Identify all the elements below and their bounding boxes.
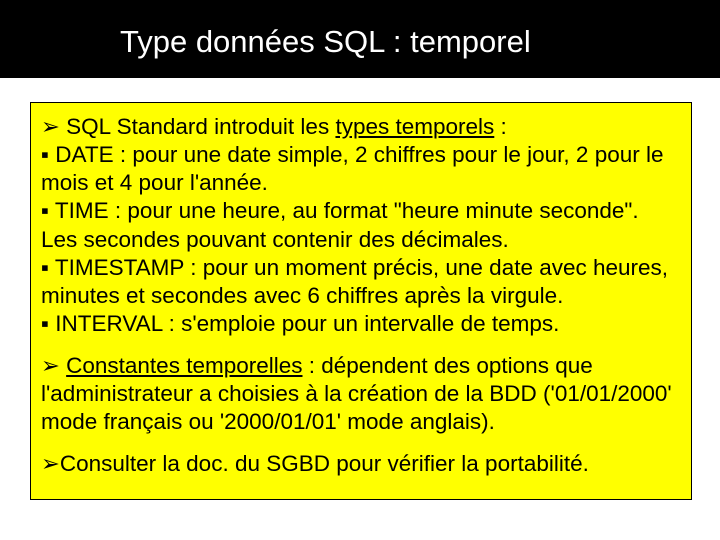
square-icon: ▪ — [41, 198, 49, 223]
slide-title: Type données SQL : temporel — [120, 24, 531, 60]
type-date: DATE : pour une date simple, 2 chiffres … — [41, 142, 664, 195]
content-box: ➢ SQL Standard introduit les types tempo… — [30, 102, 692, 500]
type-time: TIME : pour une heure, au format "heure … — [41, 198, 639, 251]
paragraph-doc: ➢Consulter la doc. du SGBD pour vérifier… — [41, 450, 681, 478]
paragraph-constants: ➢ Constantes temporelles : dépendent des… — [41, 352, 681, 436]
type-timestamp: TIMESTAMP : pour un moment précis, une d… — [41, 255, 668, 308]
square-icon: ▪ — [41, 142, 49, 167]
constants-term: Constantes temporelles — [66, 353, 302, 378]
intro-tail: : — [494, 114, 507, 139]
paragraph-types: ➢ SQL Standard introduit les types tempo… — [41, 113, 681, 338]
arrow-icon: ➢ — [41, 114, 60, 139]
arrow-icon: ➢ — [41, 353, 60, 378]
title-bar: Type données SQL : temporel — [0, 0, 720, 78]
type-interval: INTERVAL : s'emploie pour un intervalle … — [55, 311, 559, 336]
intro-term: types temporels — [335, 114, 494, 139]
square-icon: ▪ — [41, 311, 49, 336]
square-icon: ▪ — [41, 255, 49, 280]
arrow-icon: ➢ — [41, 451, 60, 476]
slide: Type données SQL : temporel ➢ SQL Standa… — [0, 0, 720, 540]
doc-text: Consulter la doc. du SGBD pour vérifier … — [60, 451, 589, 476]
intro-lead: SQL Standard introduit les — [66, 114, 335, 139]
